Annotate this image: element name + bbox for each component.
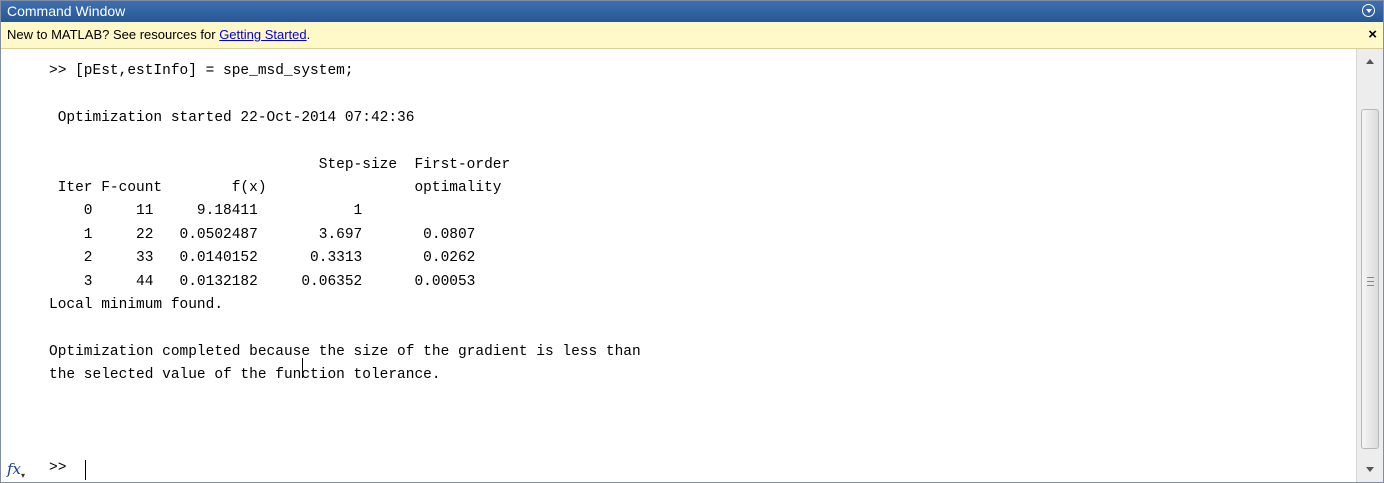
info-prefix: New to MATLAB? See resources for bbox=[7, 27, 220, 42]
command-window: Command Window New to MATLAB? See resour… bbox=[0, 0, 1384, 483]
console-output: >> [pEst,estInfo] = spe_msd_system; Opti… bbox=[49, 63, 641, 384]
chevron-circle-down-icon[interactable] bbox=[1362, 4, 1375, 17]
getting-started-link[interactable]: Getting Started bbox=[219, 27, 306, 42]
info-suffix: . bbox=[306, 27, 311, 42]
function-browser-icon[interactable]: fx▾ bbox=[7, 460, 25, 480]
info-bar: New to MATLAB? See resources for Getting… bbox=[1, 22, 1383, 49]
scroll-up-arrow-icon[interactable] bbox=[1366, 59, 1374, 64]
fx-label: fx bbox=[7, 460, 22, 478]
scrollbar-thumb[interactable] bbox=[1361, 109, 1379, 449]
vertical-scrollbar[interactable] bbox=[1356, 49, 1383, 482]
close-icon[interactable]: × bbox=[1368, 22, 1377, 48]
prompt-cursor[interactable] bbox=[85, 460, 86, 480]
command-prompt: >> bbox=[49, 460, 67, 476]
console-area[interactable]: >> [pEst,estInfo] = spe_msd_system; Opti… bbox=[1, 49, 1356, 482]
window-title: Command Window bbox=[7, 3, 126, 19]
scroll-down-arrow-icon[interactable] bbox=[1366, 467, 1374, 472]
fx-arrow-icon: ▾ bbox=[21, 471, 26, 480]
grip-icon bbox=[1367, 277, 1374, 286]
text-cursor bbox=[302, 358, 303, 378]
info-message: New to MATLAB? See resources for Getting… bbox=[7, 22, 310, 48]
title-bar: Command Window bbox=[1, 1, 1383, 22]
